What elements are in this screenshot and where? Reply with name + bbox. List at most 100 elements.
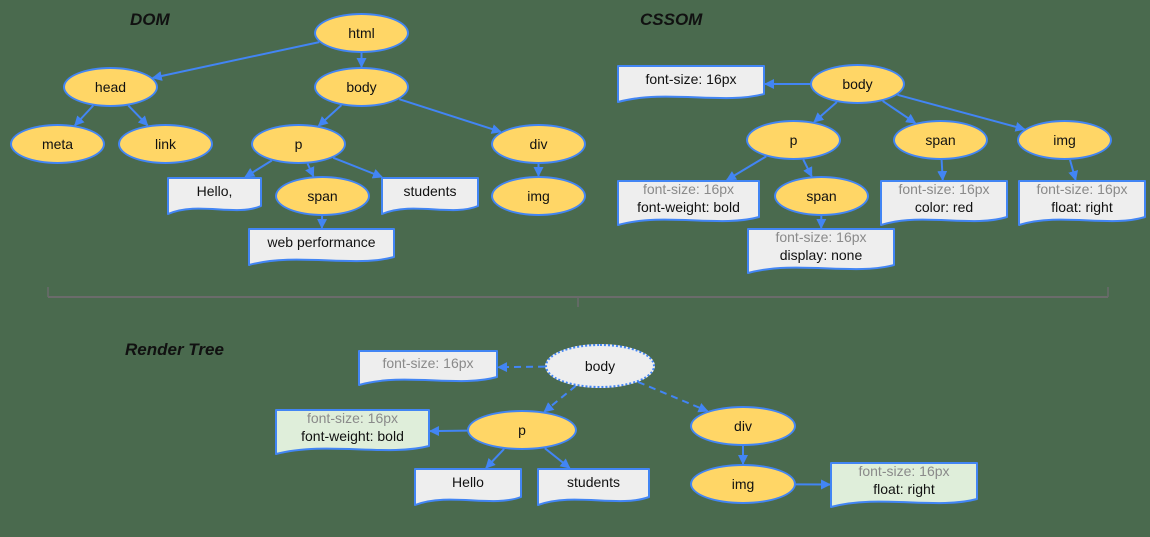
node-c-p: p [746,120,841,160]
box-line: font-size: 16px [306,410,399,426]
box-line: Hello [452,473,484,490]
edge-body-to-p [317,104,343,127]
node-label: div [734,418,752,434]
section-title-cssom: CSSOM [640,10,703,29]
node-c-img: img [1017,120,1112,160]
edge-c-body-to-c-p [813,101,838,123]
node-body: body [314,67,409,107]
node-r-img: img [690,464,796,504]
box-c-img-rules: font-size: 16px float: right [1018,180,1146,226]
node-label: span [307,188,338,204]
node-label: head [94,79,127,95]
box-web-performance: web performance [248,228,395,266]
box-line: float: right [873,480,935,497]
box-r-img-rules: font-size: 16px float: right [830,462,978,508]
node-head: head [63,67,158,107]
node-label: span [925,132,956,148]
box-line: web performance [267,233,376,250]
box-r-p-rules: font-size: 16px font-weight: bold [275,409,430,455]
box-text-web-performance: web performance [248,228,395,257]
node-label: span [806,188,837,204]
box-c-span2-rules: font-size: 16px display: none [747,228,895,274]
node-div: div [491,124,586,164]
box-text-c-p-rules: font-size: 16px font-weight: bold [617,180,760,217]
node-label: div [529,136,548,152]
edge-r-body-to-r-p [543,385,577,413]
box-c-body-rules: font-size: 16px [617,65,765,103]
edge-p-to-students [332,156,383,179]
box-line: font-weight: bold [637,198,740,215]
box-text-r-body-rules: font-size: 16px [358,350,498,377]
box-c-p-rules: font-size: 16px font-weight: bold [617,180,760,226]
box-text-r-p-rules: font-size: 16px font-weight: bold [275,409,430,446]
edge-c-p-to-c-p-rules [725,155,767,181]
box-line: font-size: 16px [642,181,735,197]
node-html: html [314,13,409,53]
node-meta: meta [10,124,105,164]
edge-r-p-to-r-hello [485,448,505,469]
edge-html-to-head [151,41,320,81]
box-text-hello: Hello, [167,177,262,206]
box-line: font-size: 16px [775,229,867,245]
box-line: students [567,473,620,490]
node-label: link [154,136,176,152]
edge-r-p-to-r-students [544,447,571,469]
box-hello: Hello, [167,177,262,215]
edge-c-img-to-c-img-rules [1068,159,1079,181]
node-label: body [842,76,873,92]
node-label: html [348,25,375,41]
section-title-dom: DOM [130,10,170,29]
box-line: students [403,182,457,199]
edge-c-body-to-c-span [882,100,917,124]
node-r-p: p [467,410,577,450]
node-c-span: span [893,120,988,160]
box-r-students: students [537,468,650,506]
node-label: p [789,132,798,148]
node-label: body [346,79,377,95]
node-link: link [118,124,213,164]
box-text-c-img-rules: font-size: 16px float: right [1018,180,1146,217]
box-r-body-rules: font-size: 16px [358,350,498,386]
diagram-canvas: html head body meta link p div span img Hello, stu… [0,0,1150,537]
box-text-students: students [381,177,479,206]
section-divider [47,287,1109,307]
section-title-render: Render Tree [125,340,224,359]
box-c-span-rules: font-size: 16px color: red [880,180,1008,226]
edge-head-to-link [127,104,149,127]
box-text-r-img-rules: font-size: 16px float: right [830,462,978,499]
box-line: font-size: 16px [645,70,737,87]
node-label: img [527,188,550,204]
edge-c-span-to-c-span-rules [937,159,948,181]
edge-layer [47,41,1109,490]
box-students: students [381,177,479,215]
box-line: color: red [914,198,974,215]
node-r-div: div [690,406,796,446]
node-c-body: body [810,64,905,104]
edge-body-to-div [398,98,502,134]
edge-c-p-to-c-span2 [802,159,813,178]
node-label: p [518,422,526,438]
edge-head-to-meta [74,104,94,127]
box-line: font-size: 16px [1036,181,1128,197]
node-label: img [1053,132,1076,148]
box-line: font-size: 16px [858,463,950,479]
edge-r-body-to-r-div [637,381,709,413]
box-text-r-students: students [537,468,650,497]
box-line: font-size: 16px [898,181,990,197]
node-img: img [491,176,586,216]
box-line: font-weight: bold [301,427,404,444]
box-line: display: none [779,246,863,263]
box-text-c-span-rules: font-size: 16px color: red [880,180,1008,217]
box-r-hello: Hello [414,468,522,506]
edge-r-body-to-r-body-rules [497,362,546,373]
box-line: Hello, [196,182,233,199]
node-span: span [275,176,370,216]
node-label: img [731,476,755,492]
node-r-body: body [545,344,655,388]
node-label: body [584,358,616,374]
edge-p-to-span [305,163,315,178]
node-c-span2: span [774,176,869,216]
edge-p-to-hello [244,159,273,178]
box-text-c-span2-rules: font-size: 16px display: none [747,228,895,265]
box-line: font-size: 16px [382,354,474,371]
